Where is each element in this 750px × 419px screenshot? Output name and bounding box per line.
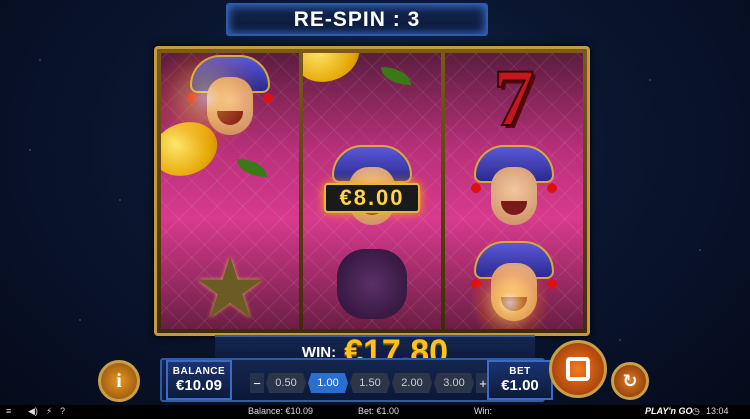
bet-option[interactable]: 3.00	[434, 373, 474, 393]
help-icon[interactable]: ?	[60, 406, 65, 416]
glow-effect	[465, 268, 555, 329]
status-bar: ≡ ◀) ⚡ ? Balance: €10.09 Bet: €1.00 Win:…	[0, 405, 750, 419]
balance-value: €10.09	[176, 377, 222, 394]
bet-decrease-button[interactable]: −	[250, 373, 264, 393]
bet-option-selected[interactable]: 1.00	[308, 373, 348, 393]
lightning-icon[interactable]: ⚡	[46, 406, 52, 417]
grapes-symbol	[337, 249, 407, 319]
lemon-symbol	[303, 53, 417, 145]
info-button[interactable]: i	[98, 360, 140, 402]
bet-option[interactable]: 0.50	[266, 373, 306, 393]
status-bet: Bet: €1.00	[358, 406, 400, 416]
bet-box: BET €1.00	[487, 360, 553, 400]
respin-counter: RE-SPIN : 3	[226, 3, 488, 36]
bet-option[interactable]: 1.50	[350, 373, 390, 393]
bet-option[interactable]: 2.00	[392, 373, 432, 393]
balance-box: BALANCE €10.09	[166, 360, 232, 400]
reel-3: 7	[445, 53, 583, 329]
clock-icon: ◷	[692, 406, 700, 416]
bet-selector: − 0.50 1.00 1.50 2.00 3.00 +	[250, 372, 490, 394]
status-balance: Balance: €10.09	[248, 406, 314, 416]
balance-label: BALANCE	[172, 366, 226, 377]
stop-icon	[566, 357, 590, 381]
status-time: 13:04	[706, 406, 729, 416]
star-symbol: ★	[192, 241, 268, 329]
menu-icon[interactable]: ≡	[6, 406, 11, 416]
autoplay-icon: ↻	[622, 370, 638, 391]
bet-label: BET	[509, 366, 531, 377]
lemon-symbol	[161, 113, 275, 239]
brand-logo: PLAY'n GO	[645, 406, 693, 416]
symbol-win-badge: €8.00	[324, 183, 420, 213]
info-icon: i	[116, 369, 122, 392]
spin-button[interactable]	[549, 340, 607, 398]
jester-symbol	[469, 145, 559, 235]
seven-symbol: 7	[493, 53, 536, 144]
bet-value: €1.00	[501, 377, 539, 394]
autoplay-button[interactable]: ↻	[611, 362, 649, 400]
status-win: Win:	[474, 406, 492, 416]
sound-icon[interactable]: ◀)	[28, 406, 38, 417]
reel-1: ★	[161, 53, 299, 329]
